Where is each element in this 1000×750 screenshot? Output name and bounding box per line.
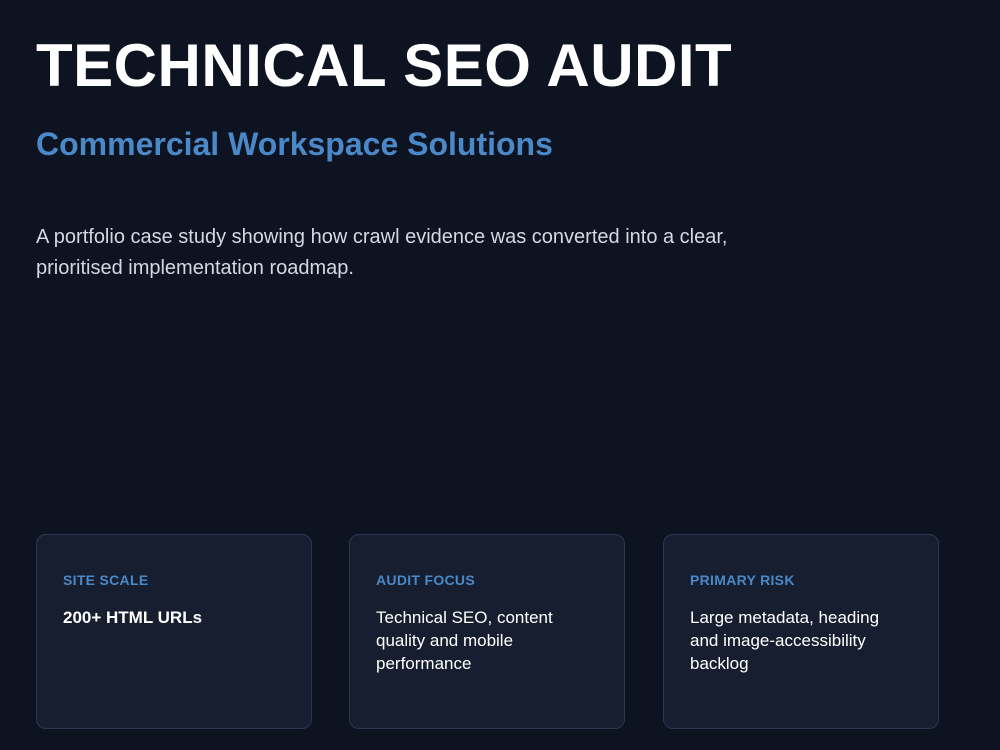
client-subtitle: Commercial Workspace Solutions (36, 126, 553, 162)
site-scale-card: SITE SCALE 200+ HTML URLs (36, 534, 312, 729)
primary-risk-card: PRIMARY RISK Large metadata, heading and… (663, 534, 939, 729)
site-scale-value: 200+ HTML URLs (63, 608, 203, 627)
intro-paragraph: A portfolio case study showing how crawl… (36, 226, 728, 279)
primary-risk-value: Large metadata, heading and image-access… (690, 608, 880, 673)
page-title: TECHNICAL SEO AUDIT (36, 32, 733, 99)
primary-risk-label: PRIMARY RISK (690, 572, 795, 588)
site-scale-label: SITE SCALE (63, 572, 149, 588)
audit-focus-card: AUDIT FOCUS Technical SEO, content quali… (349, 534, 625, 729)
audit-focus-value: Technical SEO, content quality and mobil… (376, 608, 553, 673)
audit-focus-label: AUDIT FOCUS (376, 572, 475, 588)
